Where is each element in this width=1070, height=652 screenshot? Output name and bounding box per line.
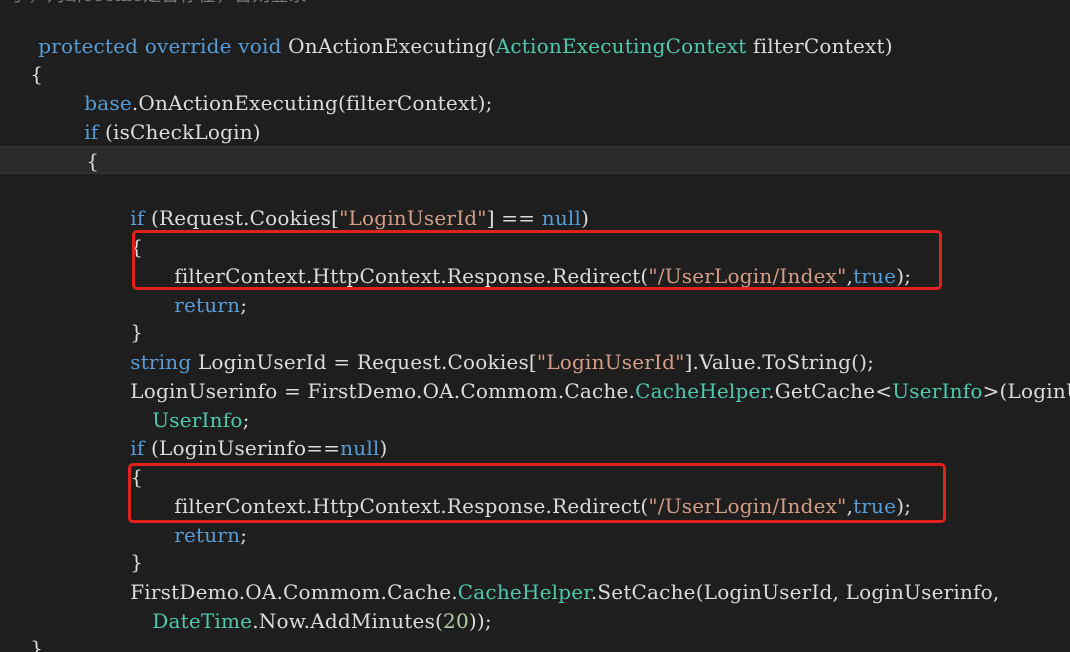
token-text: .Now.AddMinutes( xyxy=(252,609,444,633)
token-text: (Request.Cookies[ xyxy=(144,206,340,230)
code-line-add-minutes: DateTime.Now.AddMinutes(20)); xyxy=(126,579,492,633)
token-text: OnActionExecuting( xyxy=(281,34,496,58)
code-line-if-check-login: if (isCheckLogin) xyxy=(58,90,261,144)
code-line-userinfo-cont: UserInfo; xyxy=(126,378,250,432)
token-keyword: null xyxy=(340,436,380,460)
code-line-if-cookie-null: if (Request.Cookies["LoginUserId"] == nu… xyxy=(104,176,589,230)
code-line-open-brace: { xyxy=(4,32,43,86)
token-text: .SetCache(LoginUserId, LoginUserinfo, xyxy=(590,580,1000,604)
token-type: ActionExecutingContext xyxy=(495,34,747,58)
token-text: ] == xyxy=(486,206,542,230)
token-string: "LoginUserId" xyxy=(339,206,487,230)
token-type: UserInfo xyxy=(892,379,983,403)
token-type: DateTime xyxy=(152,609,253,633)
token-text: ) xyxy=(581,206,590,230)
token-text: ; xyxy=(240,293,248,317)
token-keyword: override xyxy=(144,34,232,58)
code-line-method-signature: protected override void OnActionExecutin… xyxy=(12,4,893,58)
code-line-close-brace: } xyxy=(104,290,143,344)
token-keyword: protected xyxy=(38,34,139,58)
highlight-box-second-redirect xyxy=(128,463,946,523)
token-brace: { xyxy=(30,62,44,86)
code-editor[interactable]: 了，判断cookie是否存在，否则登录 protected override v… xyxy=(0,0,1070,652)
token-brace: } xyxy=(30,636,44,652)
token-number: 20 xyxy=(443,609,469,633)
token-text: (LoginUserinfo== xyxy=(144,436,341,460)
token-text: ) xyxy=(379,436,388,460)
token-brace: { xyxy=(86,149,100,173)
token-keyword: null xyxy=(541,206,582,230)
code-line-set-cache: FirstDemo.OA.Commom.Cache.CacheHelper.Se… xyxy=(104,550,999,604)
token-text: filterContext) xyxy=(746,34,893,58)
token-type: CacheHelper xyxy=(635,379,769,403)
token-text: ; xyxy=(240,523,248,547)
token-text: (isCheckLogin) xyxy=(98,120,261,144)
token-text: )); xyxy=(468,609,492,633)
code-line-close-brace: } xyxy=(104,520,143,574)
code-line-open-brace: { xyxy=(104,435,143,489)
code-line-base-call: base.OnActionExecuting(filterContext); xyxy=(58,61,493,115)
highlight-box-first-redirect xyxy=(132,230,942,290)
code-line-if-userinfo-null: if (LoginUserinfo==null) xyxy=(104,406,388,460)
token-keyword: return xyxy=(174,293,241,317)
code-line-get-cache: LoginUserinfo = FirstDemo.OA.Commom.Cach… xyxy=(104,349,1070,403)
token-text: >(LoginUserId) xyxy=(982,379,1070,403)
code-line-string-userid: string LoginUserId = Request.Cookies["Lo… xyxy=(104,320,874,374)
code-line-open-brace: { xyxy=(104,205,143,259)
code-line-open-brace: { xyxy=(60,119,99,173)
code-line-close-brace: } xyxy=(4,606,43,652)
token-keyword: return xyxy=(174,523,241,547)
token-keyword: void xyxy=(238,34,282,58)
current-line-highlight xyxy=(0,146,1070,174)
token-text: .GetCache< xyxy=(768,379,893,403)
